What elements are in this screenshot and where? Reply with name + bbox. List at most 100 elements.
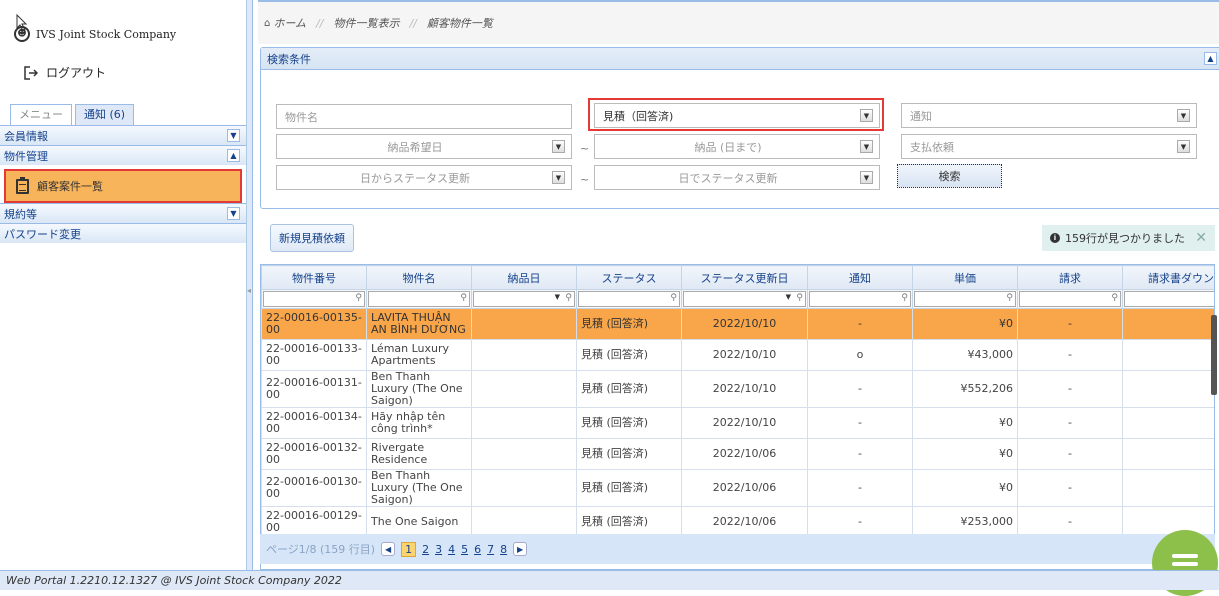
- filter-cell[interactable]: ⚲: [807, 289, 913, 309]
- filter-icon[interactable]: ⚲: [565, 293, 572, 303]
- nav-item-terms[interactable]: 規約等 ▼: [0, 203, 246, 223]
- hamburger-icon: [1172, 554, 1198, 558]
- sidebar-splitter[interactable]: ◂: [247, 0, 253, 570]
- property-name-input[interactable]: 物件名: [276, 104, 572, 129]
- filter-cell[interactable]: ⚲: [912, 289, 1018, 309]
- filter-cell[interactable]: ⚲: [1017, 289, 1123, 309]
- status-update-to-select[interactable]: 日でステータス更新 ▼: [594, 165, 880, 190]
- collapse-arrow-icon[interactable]: ◂: [247, 286, 251, 295]
- chevron-down-icon[interactable]: ▼: [1177, 109, 1190, 122]
- tab-menu[interactable]: メニュー: [10, 104, 72, 125]
- cell-download[interactable]: [1122, 469, 1214, 507]
- nav-item-password[interactable]: パスワード変更: [0, 223, 246, 243]
- page-link[interactable]: 3: [435, 543, 442, 556]
- column-header-notice[interactable]: 通知: [807, 265, 913, 290]
- cell-status: 見積 (回答済): [576, 370, 682, 408]
- column-header-price[interactable]: 単価: [912, 265, 1018, 290]
- column-header-name[interactable]: 物件名: [366, 265, 472, 290]
- hamburger-icon: [1172, 562, 1198, 566]
- new-quote-request-button[interactable]: 新規見積依頼: [270, 224, 354, 252]
- cell-price: ¥552,206: [912, 370, 1018, 408]
- table-row[interactable]: 22-00016-00131-00 Ben Thanh Luxury (The …: [261, 370, 1214, 408]
- chevron-up-icon[interactable]: ▲: [227, 149, 240, 162]
- filter-icon[interactable]: ⚲: [901, 293, 908, 303]
- page-link[interactable]: 1: [401, 541, 417, 557]
- filter-icon[interactable]: ⚲: [796, 293, 803, 303]
- logout-link[interactable]: ログアウト: [24, 64, 106, 81]
- column-header-status[interactable]: ステータス: [576, 265, 682, 290]
- nav-item-label: 規約等: [4, 207, 37, 221]
- status-update-from-select[interactable]: 日からステータス更新 ▼: [276, 165, 572, 190]
- filter-icon[interactable]: ⚲: [670, 293, 677, 303]
- cell-download[interactable]: [1122, 407, 1214, 439]
- filter-cell[interactable]: ▼ ⚲: [471, 289, 577, 309]
- column-header-invoice[interactable]: 請求: [1017, 265, 1123, 290]
- table-row[interactable]: 22-00016-00135-00 LAVITA THUẬN AN BÌNH D…: [261, 308, 1214, 340]
- nav-item-properties[interactable]: 物件管理 ▲: [0, 145, 246, 165]
- cell-delivery: [471, 339, 577, 371]
- collapse-icon[interactable]: ▲: [1204, 52, 1217, 65]
- page-link[interactable]: 7: [487, 543, 494, 556]
- table-row[interactable]: 22-00016-00134-00 Hãy nhập tên công trìn…: [261, 407, 1214, 439]
- chevron-down-icon[interactable]: ▼: [860, 109, 873, 122]
- cell-download[interactable]: [1122, 339, 1214, 371]
- status-select[interactable]: 見積（回答済) ▼: [594, 103, 880, 128]
- notice-select[interactable]: 通知 ▼: [901, 103, 1197, 128]
- page-link[interactable]: 2: [422, 543, 429, 556]
- nav-item-label: 会員情報: [4, 129, 48, 143]
- table-row[interactable]: 22-00016-00133-00 Léman Luxury Apartment…: [261, 339, 1214, 371]
- grid-scrollbar[interactable]: [1211, 315, 1217, 395]
- page-link[interactable]: 6: [474, 543, 481, 556]
- next-page-icon[interactable]: ▶: [513, 542, 528, 556]
- table-row[interactable]: 22-00016-00132-00 Rivergate Residence 見積…: [261, 438, 1214, 470]
- column-header-updated[interactable]: ステータス更新日: [681, 265, 808, 290]
- delivery-until-placeholder: 納品 (日まで): [694, 140, 762, 154]
- table-row[interactable]: 22-00016-00130-00 Ben Thanh Luxury (The …: [261, 469, 1214, 507]
- chevron-down-icon[interactable]: ▼: [860, 140, 873, 153]
- column-header-download[interactable]: 請求書ダウンロー: [1122, 265, 1214, 290]
- nav-item-members[interactable]: 会員情報 ▼: [0, 125, 246, 145]
- cell-notice: -: [807, 370, 913, 408]
- table-row[interactable]: 22-00016-00129-00 The One Saigon 見積 (回答済…: [261, 506, 1214, 538]
- cell-download[interactable]: [1122, 438, 1214, 470]
- property-table: 物件番号 物件名 納品日 ステータス ステータス更新日 通知 単価 請求 請求書…: [261, 265, 1214, 538]
- filter-cell[interactable]: ⚲: [1122, 289, 1214, 309]
- filter-cell[interactable]: ⚲: [576, 289, 682, 309]
- chevron-down-icon[interactable]: ▼: [555, 293, 560, 301]
- nav-item-property-list[interactable]: 顧客案件一覧: [4, 169, 242, 203]
- filter-icon[interactable]: ⚲: [1006, 293, 1013, 303]
- page-link[interactable]: 5: [461, 543, 468, 556]
- filter-cell[interactable]: ⚲: [366, 289, 472, 309]
- chevron-down-icon[interactable]: ▼: [227, 129, 240, 142]
- chevron-down-icon[interactable]: ▼: [227, 207, 240, 220]
- search-button[interactable]: 検索: [897, 164, 1002, 188]
- filter-cell[interactable]: ▼ ⚲: [681, 289, 808, 309]
- chevron-down-icon[interactable]: ▼: [860, 171, 873, 184]
- delivery-desired-date-select[interactable]: 納品希望日 ▼: [276, 134, 572, 159]
- breadcrumb-view[interactable]: 物件一覧表示: [333, 15, 399, 31]
- filter-cell[interactable]: ⚲: [261, 289, 367, 309]
- breadcrumb-separator: //: [316, 16, 324, 30]
- chevron-down-icon[interactable]: ▼: [552, 140, 565, 153]
- column-header-delivery[interactable]: 納品日: [471, 265, 577, 290]
- column-header-id[interactable]: 物件番号: [261, 265, 367, 290]
- prev-page-icon[interactable]: ◀: [381, 542, 396, 556]
- payment-request-select[interactable]: 支払依頼 ▼: [901, 134, 1197, 159]
- tab-notifications[interactable]: 通知 (6): [75, 104, 135, 125]
- cell-id: 22-00016-00133-00: [261, 339, 367, 371]
- breadcrumb-home[interactable]: ホーム: [273, 15, 306, 31]
- page-link[interactable]: 4: [448, 543, 455, 556]
- range-tilde: ~: [580, 173, 590, 186]
- filter-icon[interactable]: ⚲: [1111, 293, 1118, 303]
- page-link[interactable]: 8: [500, 543, 507, 556]
- filter-icon[interactable]: ⚲: [460, 293, 467, 303]
- filter-icon[interactable]: ⚲: [355, 293, 362, 303]
- close-icon[interactable]: ✕: [1195, 230, 1207, 246]
- chevron-down-icon[interactable]: ▼: [786, 293, 791, 301]
- delivery-until-select[interactable]: 納品 (日まで) ▼: [594, 134, 880, 159]
- chevron-down-icon[interactable]: ▼: [1177, 140, 1190, 153]
- status-from-placeholder: 日からステータス更新: [360, 171, 470, 185]
- cell-download[interactable]: [1122, 308, 1214, 340]
- chevron-down-icon[interactable]: ▼: [552, 171, 565, 184]
- cell-download[interactable]: [1122, 370, 1214, 408]
